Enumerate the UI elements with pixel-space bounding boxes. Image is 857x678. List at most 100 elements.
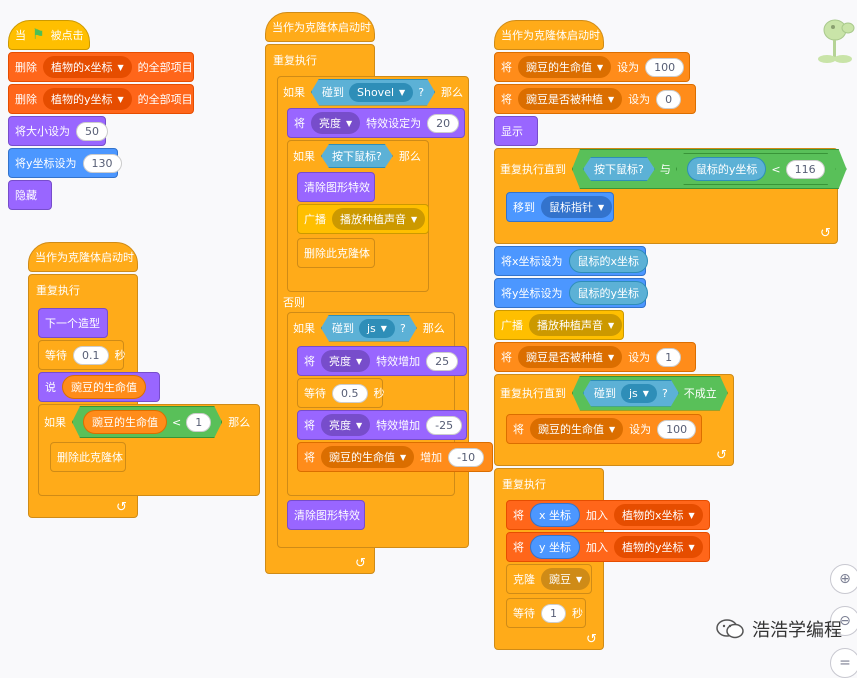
wait-input[interactable]: 0.5	[332, 383, 368, 403]
when-flag-clicked-hat[interactable]: 当 ⚑ 被点击	[8, 20, 90, 50]
wait-label: 等待	[513, 607, 535, 620]
effect-dropdown[interactable]: 亮度 ▼	[321, 350, 371, 372]
and-operator[interactable]: 按下鼠标? 与 鼠标的y坐标 < 116	[572, 149, 847, 189]
list-dropdown[interactable]: 植物的x坐标 ▼	[43, 56, 132, 78]
wait-input[interactable]: 1	[541, 603, 566, 623]
set-var-block-2[interactable]: 将 豌豆是否被种植 ▼ 设为 0	[494, 84, 696, 114]
set-input[interactable]: 100	[657, 419, 697, 439]
var-dropdown[interactable]: 豌豆的生命值 ▼	[530, 418, 624, 440]
list-dropdown[interactable]: 植物的y坐标 ▼	[43, 88, 132, 110]
set-input[interactable]: 1	[656, 347, 682, 367]
add-to-list-y-block[interactable]: 将 y 坐标 加入 植物的y坐标 ▼	[506, 532, 710, 562]
effect-dropdown[interactable]: 亮度 ▼	[311, 112, 361, 134]
wait-block[interactable]: 等待 1 秒	[506, 598, 586, 628]
clear-effects-label: 清除图形特效	[304, 181, 370, 194]
var-dropdown[interactable]: 豌豆的生命值 ▼	[321, 446, 415, 468]
add-to-list-x-block[interactable]: 将 x 坐标 加入 植物的x坐标 ▼	[506, 500, 710, 530]
set-x-label: 将x坐标设为	[501, 255, 563, 268]
not-operator[interactable]: 碰到 js ▼ ? 不成立	[572, 376, 728, 411]
delete-label: 删除	[15, 93, 37, 106]
var-reporter[interactable]: 豌豆的生命值	[83, 410, 167, 434]
list-dropdown[interactable]: 植物的x坐标 ▼	[614, 504, 703, 526]
if-label: 如果	[283, 86, 305, 99]
until-label: 重复执行直到	[500, 163, 566, 176]
set-input[interactable]: 0	[656, 89, 682, 109]
delete-all-y-block[interactable]: 删除 植物的y坐标 ▼ 的全部项目	[8, 84, 194, 114]
effect-input[interactable]: 20	[427, 113, 460, 133]
y-input[interactable]: 130	[82, 153, 122, 173]
size-input[interactable]: 50	[76, 121, 108, 141]
set-var-block-4[interactable]: 将 豌豆的生命值 ▼ 设为 100	[506, 414, 702, 444]
when-clone-start-hat[interactable]: 当作为克隆体启动时	[265, 12, 375, 42]
broadcast-block[interactable]: 广播 播放种植声音 ▼	[297, 204, 429, 234]
clear-effects-block-2[interactable]: 清除图形特效	[287, 500, 365, 530]
compare-input[interactable]: 116	[786, 160, 825, 179]
show-block[interactable]: 显示	[494, 116, 538, 146]
mouse-y-reporter[interactable]: 鼠标的y坐标	[568, 281, 649, 305]
mouse-y-reporter[interactable]: 鼠标的y坐标	[687, 157, 767, 181]
zoom-in-button[interactable]: ⊕	[830, 564, 857, 594]
set-input[interactable]: 100	[645, 57, 685, 77]
delete-clone-block[interactable]: 删除此克隆体	[50, 442, 126, 472]
add-word: 加入	[586, 541, 609, 554]
say-block[interactable]: 说 豌豆的生命值	[38, 372, 160, 402]
hide-block[interactable]: 隐藏	[8, 180, 52, 210]
then-label: 那么	[422, 322, 445, 335]
clone-dropdown[interactable]: 豌豆 ▼	[541, 568, 591, 590]
touching-block[interactable]: 碰到 js ▼ ?	[583, 380, 679, 407]
wait-input[interactable]: 0.1	[73, 345, 109, 365]
goto-block[interactable]: 移到 鼠标指针 ▼	[506, 192, 614, 222]
change-input[interactable]: -25	[426, 415, 463, 435]
set-var-block-1[interactable]: 将 豌豆的生命值 ▼ 设为 100	[494, 52, 690, 82]
var-dropdown[interactable]: 豌豆的生命值 ▼	[518, 56, 612, 78]
lt-operator[interactable]: 鼠标的y坐标 < 116	[676, 153, 836, 185]
change-var-block[interactable]: 将 豌豆的生命值 ▼ 增加 -10	[297, 442, 493, 472]
change-effect-block[interactable]: 将 亮度 ▼ 特效增加 25	[297, 346, 467, 376]
broadcast-dropdown[interactable]: 播放种植声音 ▼	[529, 314, 623, 336]
var-dropdown[interactable]: 豌豆是否被种植 ▼	[518, 346, 623, 368]
wait-block[interactable]: 等待 0.1 秒	[38, 340, 126, 370]
delete-clone-block[interactable]: 删除此克隆体	[297, 238, 375, 268]
mouse-x-reporter[interactable]: 鼠标的x坐标	[568, 249, 649, 273]
mouse-down-block[interactable]: 按下鼠标?	[321, 144, 393, 168]
touching-dropdown[interactable]: js ▼	[359, 319, 395, 338]
change-input[interactable]: -10	[448, 447, 485, 467]
change-label: 增加	[420, 451, 443, 464]
touching-dropdown[interactable]: js ▼	[621, 384, 657, 403]
set-y-block[interactable]: 将y坐标设为 130	[8, 148, 122, 178]
next-costume-block[interactable]: 下一个造型	[38, 308, 108, 338]
broadcast-dropdown[interactable]: 播放种植声音 ▼	[332, 208, 426, 230]
lt-operator[interactable]: 豌豆的生命值 < 1	[72, 406, 222, 438]
set-effect-block[interactable]: 将 亮度 ▼ 特效设定为 20	[287, 108, 465, 138]
var-dropdown[interactable]: 豌豆是否被种植 ▼	[518, 88, 623, 110]
wait-block[interactable]: 等待 0.5 秒	[297, 378, 385, 408]
create-clone-block[interactable]: 克隆 豌豆 ▼	[506, 564, 592, 594]
zoom-reset-button[interactable]: =	[830, 648, 857, 678]
list-dropdown[interactable]: 植物的y坐标 ▼	[614, 536, 703, 558]
mouse-down-block[interactable]: 按下鼠标?	[583, 157, 655, 181]
var-reporter[interactable]: 豌豆的生命值	[62, 375, 146, 399]
forever-label: 重复执行	[36, 284, 80, 297]
if-label: 如果	[293, 150, 315, 163]
set-x-block[interactable]: 将x坐标设为 鼠标的x坐标	[494, 246, 649, 276]
y-position-reporter[interactable]: y 坐标	[530, 535, 581, 559]
broadcast-block[interactable]: 广播 播放种植声音 ▼	[494, 310, 624, 340]
set-y-block[interactable]: 将y坐标设为 鼠标的y坐标	[494, 278, 649, 308]
touching-dropdown[interactable]: Shovel ▼	[349, 83, 413, 102]
touching-block[interactable]: 碰到 Shovel ▼ ?	[311, 79, 435, 106]
set-var-block-3[interactable]: 将 豌豆是否被种植 ▼ 设为 1	[494, 342, 696, 372]
goto-dropdown[interactable]: 鼠标指针 ▼	[541, 196, 613, 218]
clear-effects-block[interactable]: 清除图形特效	[297, 172, 375, 202]
when-clone-start-hat[interactable]: 当作为克隆体启动时	[28, 242, 138, 272]
x-position-reporter[interactable]: x 坐标	[530, 503, 581, 527]
loop-arrow-icon: ↺	[586, 632, 597, 647]
delete-all-x-block[interactable]: 删除 植物的x坐标 ▼ 的全部项目	[8, 52, 194, 82]
change-input[interactable]: 25	[426, 351, 459, 371]
effect-dropdown[interactable]: 亮度 ▼	[321, 414, 371, 436]
when-clone-start-hat[interactable]: 当作为克隆体启动时	[494, 20, 604, 50]
touching-block[interactable]: 碰到 js ▼ ?	[321, 315, 417, 342]
add-word: 加入	[586, 509, 609, 522]
compare-input[interactable]: 1	[186, 413, 211, 432]
change-effect-block-2[interactable]: 将 亮度 ▼ 特效增加 -25	[297, 410, 467, 440]
set-size-block[interactable]: 将大小设为 50	[8, 116, 108, 146]
